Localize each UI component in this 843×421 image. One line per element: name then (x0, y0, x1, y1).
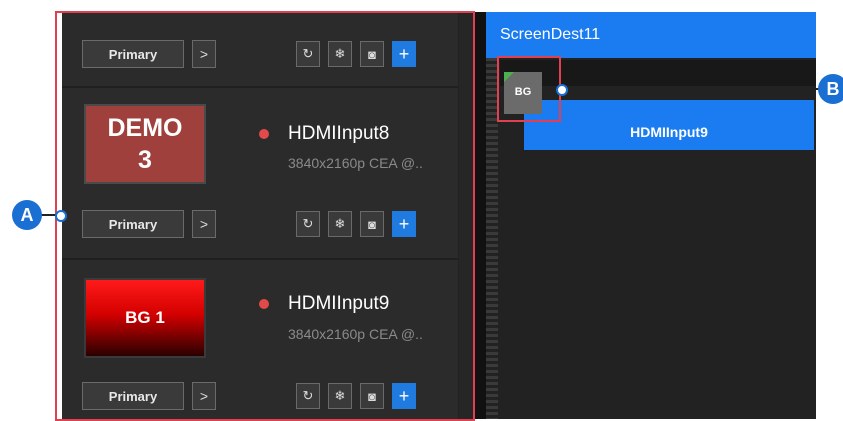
highlight-frame-a (55, 11, 475, 421)
layer-block[interactable]: HDMIInput9 (524, 100, 814, 150)
layer-label: HDMIInput9 (630, 124, 708, 140)
panel-divider (474, 12, 486, 419)
leader-line-b (562, 88, 824, 90)
highlight-frame-b (497, 56, 561, 122)
leader-dot-a (55, 210, 67, 222)
callout-a: A (12, 200, 42, 230)
leader-dot-b (556, 84, 568, 96)
callout-b: B (818, 74, 843, 104)
destination-title: ScreenDest11 (500, 26, 601, 43)
destination-header[interactable]: ScreenDest11 (486, 12, 816, 58)
